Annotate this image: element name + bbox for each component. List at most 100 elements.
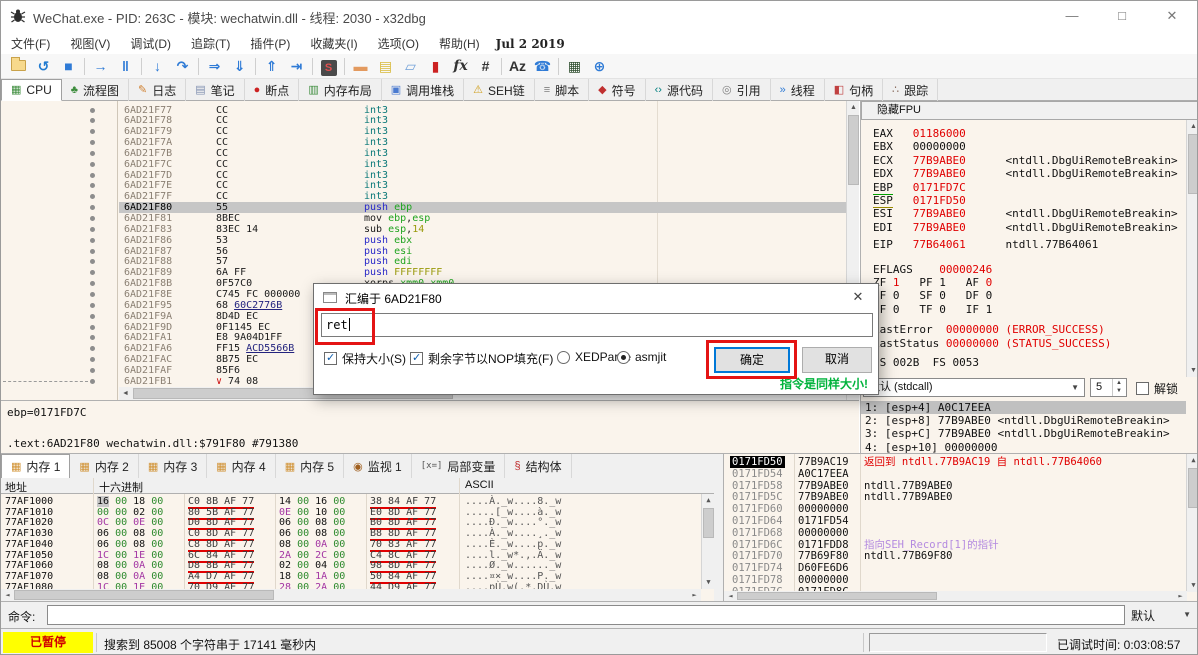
menu-item[interactable]: 帮助(H): [429, 31, 490, 56]
tab-script[interactable]: ≡脚本: [535, 79, 589, 101]
breakpoint-list-icon[interactable]: ▮: [423, 55, 448, 77]
patch-icon[interactable]: ▬: [348, 55, 373, 77]
breakpoint-dot-icon[interactable]: [90, 194, 95, 199]
assemble-instruction-input[interactable]: ret: [321, 313, 873, 337]
calling-convention-select[interactable]: 默认 (stdcall) ▼: [863, 378, 1085, 397]
disasm-row[interactable]: 6AD21F8756push esi: [1, 246, 846, 257]
hash-icon[interactable]: #: [473, 55, 498, 77]
menu-item[interactable]: 收藏夹(I): [300, 31, 367, 56]
stack-row[interactable]: 0171FD7800000000: [724, 574, 1186, 586]
pause-icon[interactable]: ‖: [113, 55, 138, 77]
breakpoint-dot-icon[interactable]: [90, 129, 95, 134]
memory-rows[interactable]: 77AF100016 00 18 00C0 8B AF 7714 00 16 0…: [1, 494, 701, 589]
fx-icon[interactable]: fx: [448, 55, 473, 77]
breakpoint-dot-icon[interactable]: [90, 216, 95, 221]
breakpoint-dot-icon[interactable]: [90, 259, 95, 264]
tab-handles[interactable]: ◧句柄: [825, 79, 883, 101]
breakpoint-dot-icon[interactable]: [90, 346, 95, 351]
command-mode-select[interactable]: 默认 ▼: [1131, 607, 1193, 624]
disasm-row[interactable]: 6AD21F8857push edi: [1, 256, 846, 267]
breakpoint-dot-icon[interactable]: [90, 205, 95, 210]
stack-row[interactable]: 0171FD5877B9ABE0ntdll.77B9ABE0: [724, 480, 1186, 492]
disasm-row[interactable]: 6AD21F7BCCint3: [1, 148, 846, 159]
dock-tab-watch1[interactable]: ◉监视 1: [344, 454, 412, 478]
registers-vscrollbar[interactable]: ▲ ▼: [1186, 120, 1198, 377]
tab-breakpoints[interactable]: ●断点: [245, 79, 300, 101]
register-line[interactable]: EDX 77B9ABE0 <ntdll.DbgUiRemoteBreakin>: [873, 167, 1178, 180]
register-line[interactable]: EDI 77B9ABE0 <ntdll.DbgUiRemoteBreakin>: [873, 221, 1178, 234]
argument-row[interactable]: 2: [esp+8] 77B9ABE0 <ntdll.DbgUiRemoteBr…: [861, 414, 1186, 427]
tab-cpu[interactable]: ▦CPU: [1, 79, 62, 101]
register-line[interactable]: GS 002B FS 0053: [873, 356, 979, 369]
breakpoint-dot-icon[interactable]: [90, 379, 95, 384]
register-line[interactable]: ZF 1 PF 1 AF 0: [873, 276, 992, 289]
stack-row[interactable]: 0171FD54A0C17EEA: [724, 468, 1186, 480]
dock-tab-dump2[interactable]: ▦内存 2: [70, 454, 138, 478]
stack-row[interactable]: 0171FD6000000000: [724, 503, 1186, 515]
argument-row[interactable]: 3: [esp+C] 77B9ABE0 <ntdll.DbgUiRemoteBr…: [861, 427, 1186, 440]
menu-item[interactable]: 文件(F): [1, 31, 60, 56]
breakpoint-dot-icon[interactable]: [90, 151, 95, 156]
case-icon[interactable]: Az: [505, 55, 530, 77]
run-icon[interactable]: →: [88, 55, 113, 77]
breakpoint-dot-icon[interactable]: [90, 173, 95, 178]
tab-log[interactable]: ✎日志: [129, 79, 186, 101]
stack-row[interactable]: 0171FD6C0171FDD8指向SEH_Record[1]的指针: [724, 539, 1186, 551]
stack-row[interactable]: 0171FD5C77B9ABE0ntdll.77B9ABE0: [724, 491, 1186, 503]
breakpoint-dot-icon[interactable]: [90, 292, 95, 297]
breakpoint-dot-icon[interactable]: [90, 357, 95, 362]
tab-graph[interactable]: ♣流程图: [62, 79, 129, 101]
run-to-cursor-icon[interactable]: ⇓: [227, 55, 252, 77]
run-to-user-code-icon[interactable]: ⇥: [284, 55, 309, 77]
stack-row[interactable]: 0171FD640171FD54: [724, 515, 1186, 527]
globe-icon[interactable]: ⊕: [587, 55, 612, 77]
dock-tab-dump4[interactable]: ▦内存 4: [207, 454, 275, 478]
disasm-row[interactable]: 6AD21F8653push ebx: [1, 235, 846, 246]
tab-notes[interactable]: ▤笔记: [186, 79, 244, 101]
maximize-button[interactable]: □: [1097, 1, 1147, 31]
register-line[interactable]: EFLAGS 00000246: [873, 263, 992, 276]
disasm-row[interactable]: 6AD21F77CCint3: [1, 105, 846, 116]
tab-references[interactable]: ◎引用: [713, 79, 771, 101]
breakpoint-dot-icon[interactable]: [90, 325, 95, 330]
tab-threads[interactable]: »线程: [771, 79, 825, 101]
argument-row[interactable]: 1: [esp+4] A0C17EEA: [861, 401, 1186, 414]
tab-memory-map[interactable]: ▥内存布局: [299, 79, 381, 101]
nop-fill-checkbox[interactable]: [410, 352, 423, 365]
stack-row[interactable]: 0171FD6800000000: [724, 527, 1186, 539]
dock-tab-dump5[interactable]: ▦内存 5: [276, 454, 344, 478]
stack-hscrollbar[interactable]: ◄ ►: [724, 591, 1187, 601]
argument-row[interactable]: 4: [esp+10] 00000000: [861, 441, 1186, 453]
keep-size-checkbox[interactable]: [324, 352, 337, 365]
breakpoint-dot-icon[interactable]: [90, 118, 95, 123]
cancel-button[interactable]: 取消: [802, 347, 872, 373]
tab-call-stack[interactable]: ▣调用堆栈: [382, 79, 464, 101]
menu-item[interactable]: 追踪(T): [181, 31, 240, 56]
breakpoint-dot-icon[interactable]: [90, 162, 95, 167]
tab-symbols[interactable]: ◆符号: [589, 79, 645, 101]
register-line[interactable]: LastStatus 00000000 (STATUS_SUCCESS): [873, 337, 1111, 350]
disasm-row[interactable]: 6AD21F7CCCint3: [1, 159, 846, 170]
breakpoint-dot-icon[interactable]: [90, 238, 95, 243]
restart-icon[interactable]: ↺: [31, 55, 56, 77]
dialog-close-icon[interactable]: ✕: [838, 284, 878, 310]
register-line[interactable]: LastError 00000000 (ERROR_SUCCESS): [873, 323, 1105, 336]
device-icon[interactable]: ☎: [530, 55, 555, 77]
breakpoint-dot-icon[interactable]: [90, 303, 95, 308]
command-input[interactable]: [47, 605, 1125, 625]
breakpoint-dot-icon[interactable]: [90, 227, 95, 232]
dock-tab-locals[interactable]: [x=]局部变量: [412, 454, 506, 478]
breakpoint-dot-icon[interactable]: [90, 140, 95, 145]
register-line[interactable]: CF 0 TF 0 IF 1: [873, 303, 992, 316]
disasm-row[interactable]: 6AD21F7ACCint3: [1, 137, 846, 148]
unlock-checkbox[interactable]: [1136, 382, 1149, 395]
step-into-icon[interactable]: ↓: [145, 55, 170, 77]
breakpoint-dot-icon[interactable]: [90, 314, 95, 319]
labels-icon[interactable]: ▱: [398, 55, 423, 77]
disasm-row[interactable]: 6AD21F896A FFpush FFFFFFFF: [1, 267, 846, 278]
register-line[interactable]: EBX 00000000: [873, 140, 966, 153]
xedparse-radio[interactable]: [557, 351, 570, 364]
disasm-row[interactable]: 6AD21F818BECmov ebp,esp: [1, 213, 846, 224]
spinner-arrows-icon[interactable]: ▲▼: [1112, 379, 1125, 396]
disasm-row[interactable]: 6AD21F78CCint3: [1, 115, 846, 126]
